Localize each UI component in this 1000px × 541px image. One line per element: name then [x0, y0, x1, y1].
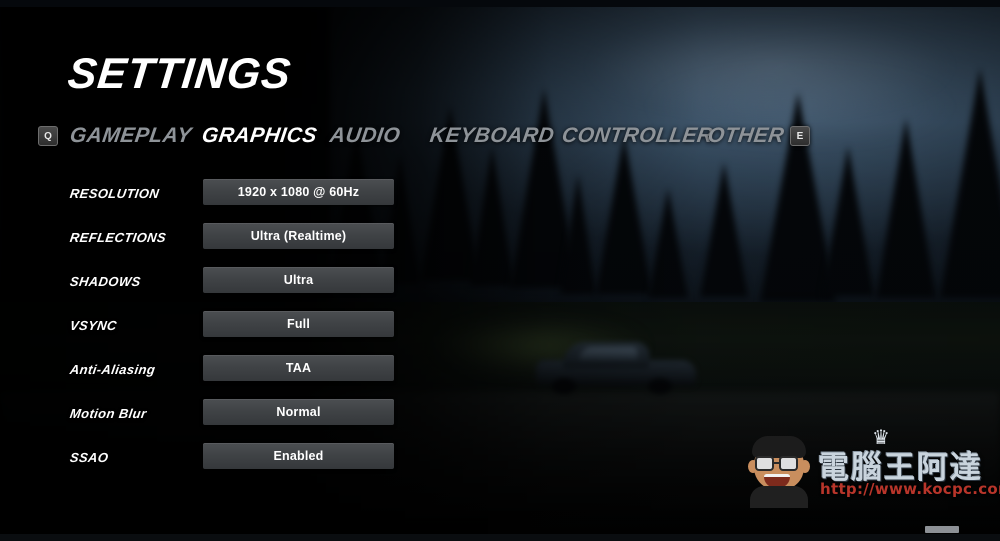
setting-row[interactable]: VSYNC Full — [0, 308, 460, 352]
tab-other[interactable]: OTHER — [706, 124, 785, 148]
setting-label: VSYNC — [68, 318, 118, 333]
watermark-url: http://www.kocpc.com.tw — [820, 480, 1000, 498]
mascot-avatar-icon — [748, 436, 810, 508]
settings-tab-bar: Q E GAMEPLAY GRAPHICS AUDIO KEYBOARD CONTROL… — [0, 124, 1000, 154]
setting-label: SSAO — [68, 450, 110, 465]
setting-value[interactable]: Enabled — [203, 443, 394, 469]
setting-value[interactable]: 1920 x 1080 @ 60Hz — [203, 179, 394, 205]
game-settings-screen: SETTINGS Q E GAMEPLAY GRAPHICS AUDIO KEYBOA… — [0, 0, 1000, 541]
setting-label: Motion Blur — [68, 406, 148, 421]
setting-row[interactable]: Motion Blur Normal — [0, 396, 460, 440]
setting-label: REFLECTIONS — [68, 230, 168, 245]
tab-audio[interactable]: AUDIO — [328, 124, 401, 148]
settings-ui-layer: SETTINGS Q E GAMEPLAY GRAPHICS AUDIO KEYBOA… — [0, 0, 1000, 541]
letterbox-top — [0, 0, 1000, 7]
site-watermark: ♛ 電腦王阿達 http://www.kocpc.com.tw — [748, 428, 1000, 508]
letterbox-bottom — [0, 534, 1000, 541]
setting-label: SHADOWS — [68, 274, 142, 289]
setting-value[interactable]: Normal — [203, 399, 394, 425]
setting-value[interactable]: Ultra — [203, 267, 394, 293]
tab-gameplay[interactable]: GAMEPLAY — [68, 124, 193, 148]
page-title: SETTINGS — [65, 50, 294, 98]
tab-graphics[interactable]: GRAPHICS — [200, 124, 318, 148]
next-tab-key-hint[interactable]: E — [790, 126, 810, 146]
setting-value[interactable]: Ultra (Realtime) — [203, 223, 394, 249]
setting-value[interactable]: Full — [203, 311, 394, 337]
setting-label: Anti-Aliasing — [68, 362, 157, 377]
tab-keyboard[interactable]: KEYBOARD — [428, 124, 555, 148]
setting-row[interactable]: SHADOWS Ultra — [0, 264, 460, 308]
setting-row[interactable]: REFLECTIONS Ultra (Realtime) — [0, 220, 460, 264]
setting-label: RESOLUTION — [68, 186, 161, 201]
setting-row[interactable]: SSAO Enabled — [0, 440, 460, 484]
setting-row[interactable]: Anti-Aliasing TAA — [0, 352, 460, 396]
bottom-progress-chip — [925, 526, 959, 533]
settings-row-list: RESOLUTION 1920 x 1080 @ 60Hz REFLECTIONS U… — [0, 176, 460, 484]
prev-tab-key-hint[interactable]: Q — [38, 126, 58, 146]
setting-row[interactable]: RESOLUTION 1920 x 1080 @ 60Hz — [0, 176, 460, 220]
tab-controller[interactable]: CONTROLLER — [560, 124, 714, 148]
setting-value[interactable]: TAA — [203, 355, 394, 381]
